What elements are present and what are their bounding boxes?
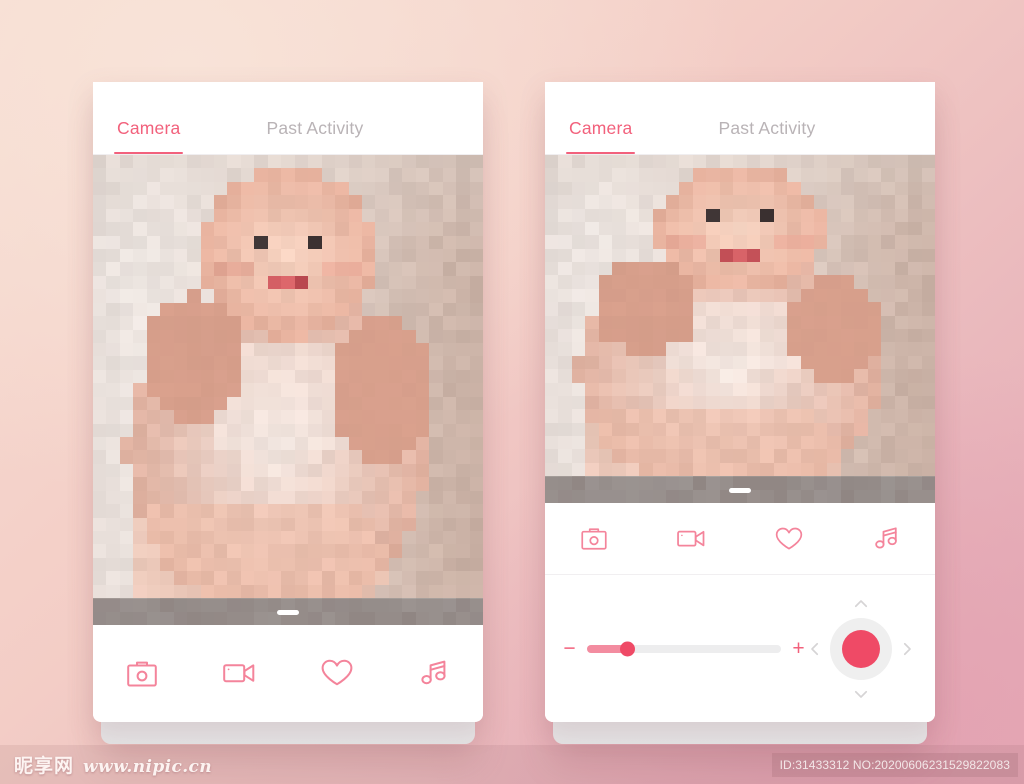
favorite-icon[interactable] (740, 527, 838, 551)
app-card: Camera Past Activity (93, 82, 483, 722)
screenshot-canvas: Camera Past Activity Camera Past Activit… (0, 0, 1024, 784)
record-indicator (842, 629, 880, 668)
tab-bar: Camera Past Activity (545, 82, 935, 155)
video-record-icon[interactable] (191, 661, 289, 685)
pixelated-video-frame (93, 155, 483, 625)
watermark-site-name: 昵享网 (14, 755, 75, 777)
tab-camera[interactable]: Camera (113, 118, 184, 154)
app-card: Camera Past Activity (545, 82, 935, 722)
tab-past-activity[interactable]: Past Activity (716, 118, 817, 154)
volume-slider-thumb[interactable] (620, 641, 636, 656)
watermark-branding: 昵享网 www.nipic.cn (14, 751, 212, 778)
photo-capture-icon[interactable] (545, 527, 643, 550)
chevron-left-icon[interactable] (806, 640, 824, 658)
preview-scrim (93, 599, 483, 625)
volume-increase-button[interactable]: + (792, 638, 805, 659)
video-record-icon[interactable] (643, 528, 741, 549)
volume-decrease-button[interactable]: − (563, 638, 576, 659)
pixelated-video-frame (545, 155, 935, 503)
lullaby-icon[interactable] (838, 526, 936, 551)
favorite-icon[interactable] (288, 659, 386, 687)
action-toolbar (545, 503, 935, 574)
chevron-up-icon[interactable] (852, 595, 870, 613)
tab-camera[interactable]: Camera (565, 118, 636, 154)
tab-bar: Camera Past Activity (93, 82, 483, 155)
watermark-bar: 昵享网 www.nipic.cn ID:31433312 NO:20200606… (0, 745, 1024, 784)
record-button[interactable] (830, 617, 892, 680)
camera-preview[interactable] (545, 155, 935, 503)
action-toolbar (93, 625, 483, 721)
watermark-asset-id: ID:31433312 NO:20200606231529822083 (771, 752, 1018, 777)
photo-capture-icon[interactable] (93, 660, 191, 687)
camera-preview[interactable] (93, 155, 483, 625)
lullaby-icon[interactable] (386, 659, 484, 687)
chevron-down-icon[interactable] (852, 685, 870, 703)
drawer-handle[interactable] (277, 609, 299, 615)
control-panel: − + (545, 575, 935, 722)
preview-scrim (545, 477, 935, 503)
volume-control: − + (563, 638, 805, 659)
chevron-right-icon[interactable] (898, 640, 916, 658)
phone-mockup-left: Camera Past Activity (93, 82, 483, 744)
drawer-handle[interactable] (729, 487, 751, 493)
tab-past-activity[interactable]: Past Activity (264, 118, 365, 154)
volume-slider[interactable] (587, 641, 781, 656)
phone-mockup-right: Camera Past Activity − + (545, 82, 935, 744)
pan-tilt-dpad (805, 593, 917, 705)
watermark-site-url: www.nipic.cn (83, 757, 213, 777)
